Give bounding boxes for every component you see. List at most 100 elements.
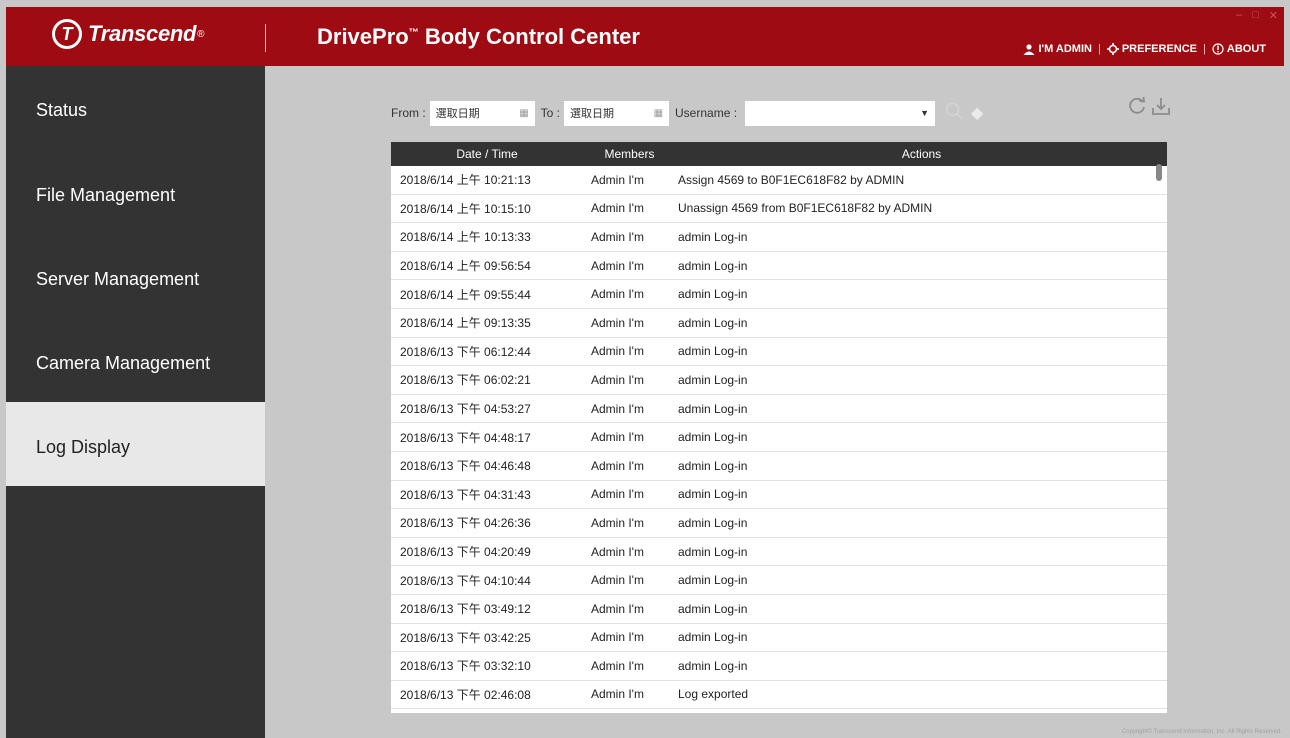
cell-datetime: 2018/6/13 下午 06:12:44	[400, 344, 531, 359]
table-row[interactable]: 2018/6/13 下午 03:32:10 Admin I'm admin Log-…	[391, 652, 1167, 681]
header-divider	[265, 24, 266, 52]
refresh-icon[interactable]	[1127, 96, 1147, 122]
cell-member: Admin I'm	[591, 687, 644, 702]
table-tools	[1127, 96, 1171, 122]
copyright-text: Copyright© Transcend Information, Inc. A…	[1121, 729, 1282, 735]
clear-filter-icon[interactable]: ◆	[971, 103, 983, 123]
cell-datetime: 2018/6/14 上午 10:13:33	[400, 230, 531, 245]
sidebar-item-status[interactable]: Status	[6, 66, 265, 150]
log-table: Date / Time Members Actions 2018/6/14 上午…	[391, 142, 1167, 713]
from-date-picker[interactable]: 選取日期 ▦	[429, 100, 535, 126]
table-row[interactable]: 2018/6/13 下午 03:49:12 Admin I'm admin Log-…	[391, 595, 1167, 624]
cell-action: admin Log-in	[678, 287, 748, 302]
cell-action: admin Log-in	[678, 401, 748, 416]
sidebar: Status File Management Server Management…	[6, 66, 265, 738]
calendar-icon: ▦	[653, 107, 664, 119]
table-row[interactable]: 2018/6/14 上午 09:13:35 Admin I'm admin Log-…	[391, 309, 1167, 338]
cell-member: Admin I'm	[591, 372, 644, 387]
cell-action: admin Log-in	[678, 515, 748, 530]
cell-action: admin Log-in	[678, 315, 748, 330]
to-date-picker[interactable]: 選取日期 ▦	[564, 100, 670, 126]
cell-action: admin Log-in	[678, 372, 748, 387]
cell-member: Admin I'm	[591, 229, 644, 244]
table-row[interactable]: 2018/6/13 下午 04:31:43 Admin I'm admin Log-…	[391, 481, 1167, 510]
table-row[interactable]: 2018/6/14 上午 10:21:13 Admin I'm Assign 456…	[391, 166, 1167, 195]
cell-datetime: 2018/6/13 下午 02:46:08	[400, 687, 531, 702]
cell-datetime: 2018/6/13 下午 03:32:10	[400, 659, 531, 674]
table-row[interactable]: 2018/6/13 下午 03:42:25 Admin I'm admin Log-…	[391, 624, 1167, 653]
cell-member: Admin I'm	[591, 658, 644, 673]
table-row[interactable]: 2018/6/13 下午 04:46:48 Admin I'm admin Log-…	[391, 452, 1167, 481]
table-row[interactable]: 2018/6/13 下午 04:26:36 Admin I'm admin Log-…	[391, 509, 1167, 538]
gear-icon	[1106, 43, 1119, 55]
cell-action: admin Log-in	[678, 544, 748, 559]
cell-datetime: 2018/6/13 下午 04:48:17	[400, 430, 531, 445]
scrollbar-thumb[interactable]	[1156, 164, 1162, 181]
preference-link[interactable]: PREFERENCE	[1106, 43, 1197, 55]
cell-datetime: 2018/6/14 上午 09:13:35	[400, 316, 531, 331]
column-header-actions[interactable]: Actions	[676, 147, 1167, 161]
table-header: Date / Time Members Actions	[391, 142, 1167, 166]
cell-member: Admin I'm	[591, 458, 644, 473]
cell-action: admin Log-in	[678, 344, 748, 359]
cell-datetime: 2018/6/13 下午 04:20:49	[400, 545, 531, 560]
cell-action: Log exported	[678, 687, 749, 702]
column-header-members[interactable]: Members	[583, 147, 676, 161]
info-icon	[1212, 43, 1224, 55]
about-link[interactable]: ABOUT	[1212, 43, 1266, 55]
chevron-down-icon: ▼	[920, 108, 930, 118]
cell-datetime: 2018/6/13 下午 06:02:21	[400, 373, 531, 388]
close-icon[interactable]: ✕	[1269, 9, 1278, 22]
calendar-icon: ▦	[519, 107, 529, 119]
cell-member: Admin I'm	[591, 258, 644, 273]
user-icon	[1023, 43, 1035, 55]
cell-datetime: 2018/6/13 下午 03:49:12	[400, 602, 531, 617]
user-link[interactable]: I'M ADMIN	[1023, 43, 1092, 55]
cell-action: admin Log-in	[678, 229, 748, 244]
logo-text: Transcend	[88, 21, 197, 46]
cell-action: admin Log-in	[678, 658, 748, 673]
table-row[interactable]: 2018/6/13 下午 04:53:27 Admin I'm admin Log-…	[391, 395, 1167, 424]
minimize-icon[interactable]: –	[1236, 9, 1242, 22]
table-row[interactable]: 2018/6/14 上午 10:13:33 Admin I'm admin Log-…	[391, 223, 1167, 252]
cell-action: admin Log-in	[678, 573, 748, 588]
cell-member: Admin I'm	[591, 630, 644, 645]
cell-datetime: 2018/6/14 上午 10:15:10	[400, 201, 531, 216]
table-row[interactable]: 2018/6/14 上午 10:15:10 Admin I'm Unassign 4…	[391, 195, 1167, 224]
column-header-datetime[interactable]: Date / Time	[391, 147, 583, 161]
table-row[interactable]: 2018/6/13 下午 04:48:17 Admin I'm admin Log-…	[391, 423, 1167, 452]
to-label: To :	[540, 106, 561, 120]
table-row[interactable]: 2018/6/14 上午 09:55:44 Admin I'm admin Log-…	[391, 280, 1167, 309]
table-row[interactable]: 2018/6/13 下午 04:10:44 Admin I'm admin Log-…	[391, 566, 1167, 595]
cell-member: Admin I'm	[591, 287, 644, 302]
cell-action: admin Log-in	[678, 458, 748, 473]
table-row[interactable]: 2018/6/13 下午 06:02:21 Admin I'm admin Log-…	[391, 366, 1167, 395]
cell-datetime: 2018/6/14 上午 09:56:54	[400, 259, 531, 274]
table-row[interactable]: 2018/6/13 下午 02:46:08 Admin I'm Log export…	[391, 681, 1167, 710]
sidebar-item-server-management[interactable]: Server Management	[6, 234, 265, 318]
window-controls: – □ ✕	[1236, 9, 1278, 22]
maximize-icon[interactable]: □	[1252, 9, 1259, 22]
search-icon[interactable]	[945, 102, 963, 125]
cell-datetime: 2018/6/13 下午 04:26:36	[400, 516, 531, 531]
sidebar-item-log-display[interactable]: Log Display	[6, 402, 265, 486]
table-row[interactable]: 2018/6/14 上午 09:56:54 Admin I'm admin Log-…	[391, 252, 1167, 281]
from-label: From :	[391, 106, 426, 120]
username-select[interactable]: ▼	[745, 100, 936, 126]
table-row[interactable]: 2018/6/13 下午 06:12:44 Admin I'm admin Log-…	[391, 338, 1167, 367]
table-row[interactable]: 2018/6/13 下午 04:20:49 Admin I'm admin Log-…	[391, 538, 1167, 567]
cell-member: Admin I'm	[591, 601, 644, 616]
sidebar-item-camera-management[interactable]: Camera Management	[6, 318, 265, 402]
cell-member: Admin I'm	[591, 515, 644, 530]
download-icon[interactable]	[1151, 96, 1171, 122]
app-title: DrivePro™ Body Control Center	[317, 24, 640, 49]
cell-datetime: 2018/6/14 上午 10:21:13	[400, 173, 531, 188]
username-label: Username :	[675, 106, 738, 120]
cell-datetime: 2018/6/13 下午 04:31:43	[400, 487, 531, 502]
sidebar-item-file-management[interactable]: File Management	[6, 150, 265, 234]
filter-bar: From : 選取日期 ▦ To : 選取日期 ▦ Username : ▼ ◆	[391, 96, 1171, 126]
header-links: I'M ADMIN | PREFERENCE | ABOUT	[1023, 43, 1266, 55]
cell-datetime: 2018/6/14 上午 09:55:44	[400, 287, 531, 302]
cell-action: admin Log-in	[678, 487, 748, 502]
cell-member: Admin I'm	[591, 430, 644, 445]
